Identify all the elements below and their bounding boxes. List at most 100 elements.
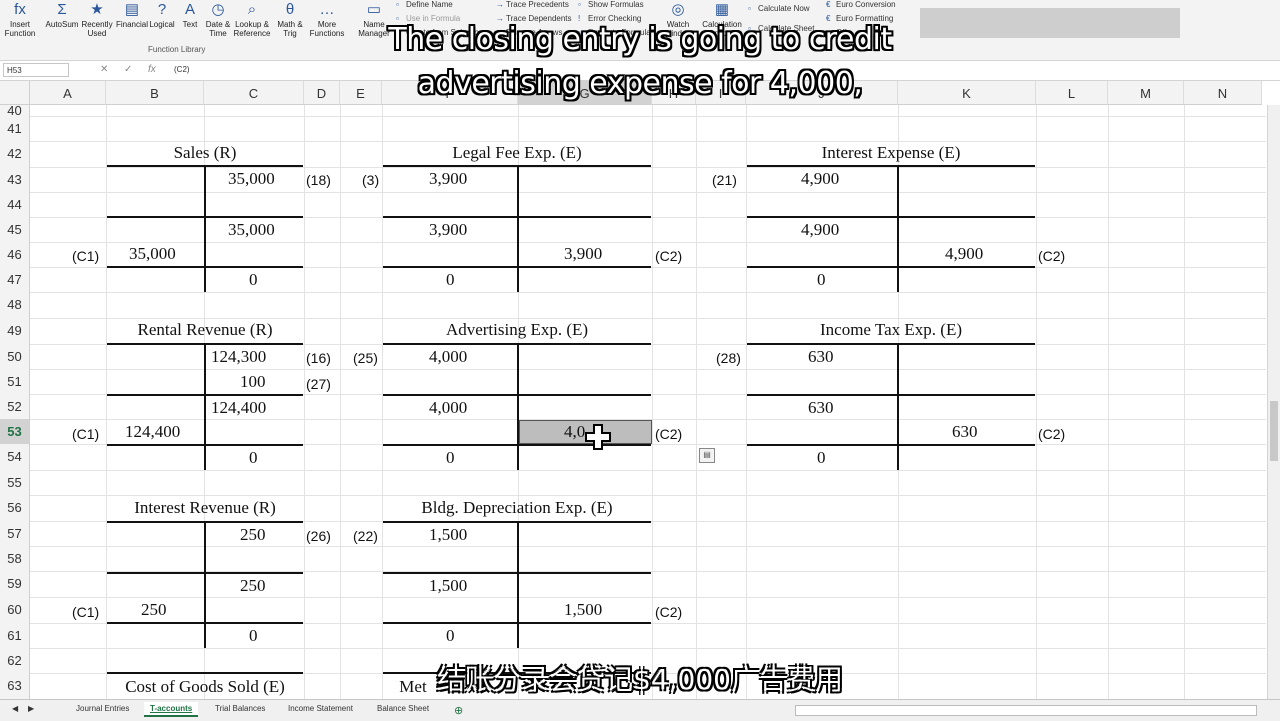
cell-c54[interactable]: 0 xyxy=(249,447,258,469)
row-header-46[interactable]: 46 xyxy=(0,242,30,267)
math-trig-button[interactable]: θ Math & Trig xyxy=(270,2,310,39)
row-header-43[interactable]: 43 xyxy=(0,167,30,192)
cell-j50[interactable]: 630 xyxy=(808,346,834,368)
cell-b46[interactable]: 35,000 xyxy=(129,243,176,265)
tab-journal-entries[interactable]: Journal Entries xyxy=(70,702,135,715)
row-header-42[interactable]: 42 xyxy=(0,141,30,167)
paste-options-icon[interactable]: ▤ xyxy=(699,448,715,463)
row-header-56[interactable]: 56 xyxy=(0,495,30,521)
column-header-c[interactable]: C xyxy=(204,81,304,105)
ref-e43[interactable]: (3) xyxy=(362,169,379,191)
row-header-61[interactable]: 61 xyxy=(0,623,30,648)
select-all-corner[interactable] xyxy=(0,81,30,105)
tab-nav-right-icon[interactable]: ▶ xyxy=(22,702,40,715)
trace-precedents-button[interactable]: → Trace Precedents xyxy=(496,0,569,10)
insert-function-button[interactable]: fx Insert Function xyxy=(0,2,40,39)
ref-a46[interactable]: (C1) xyxy=(72,245,99,267)
ref-l46[interactable]: (C2) xyxy=(1038,245,1065,267)
add-sheet-icon[interactable]: ⊕ xyxy=(448,702,469,719)
ref-h53[interactable]: (C2) xyxy=(655,423,682,445)
cell-f50[interactable]: 4,000 xyxy=(429,346,467,368)
fx-icon[interactable]: fx xyxy=(148,63,156,77)
row-header-59[interactable]: 59 xyxy=(0,571,30,597)
column-header-l[interactable]: L xyxy=(1036,81,1108,105)
cell-f54[interactable]: 0 xyxy=(446,447,455,469)
ref-h46[interactable]: (C2) xyxy=(655,245,682,267)
row-header-48[interactable]: 48 xyxy=(0,292,30,318)
autosum-button[interactable]: Σ AutoSum xyxy=(42,2,82,30)
cell-j54[interactable]: 0 xyxy=(817,447,826,469)
cell-f43[interactable]: 3,900 xyxy=(429,168,467,190)
row-header-44[interactable]: 44 xyxy=(0,192,30,217)
row-header-52[interactable]: 52 xyxy=(0,394,30,419)
row-header-60[interactable]: 60 xyxy=(0,597,30,623)
scroll-thumb[interactable] xyxy=(1270,401,1278,461)
euro-conversion-button[interactable]: € Euro Conversion xyxy=(826,0,896,10)
ref-d50[interactable]: (16) xyxy=(306,347,331,369)
cell-f57[interactable]: 1,500 xyxy=(429,524,467,546)
cell-f45[interactable]: 3,900 xyxy=(429,219,467,241)
cell-c51[interactable]: 100 xyxy=(240,371,266,393)
ref-d51[interactable]: (27) xyxy=(306,373,331,395)
cell-f47[interactable]: 0 xyxy=(446,269,455,291)
cell-f52[interactable]: 4,000 xyxy=(429,397,467,419)
row-header-55[interactable]: 55 xyxy=(0,470,30,495)
ref-a53[interactable]: (C1) xyxy=(72,423,99,445)
cell-c47[interactable]: 0 xyxy=(249,269,258,291)
cell-j45[interactable]: 4,900 xyxy=(801,219,839,241)
formula-content[interactable]: (C2) xyxy=(174,63,190,77)
enter-icon[interactable]: ✓ xyxy=(124,63,132,77)
cell-b53[interactable]: 124,400 xyxy=(125,421,180,443)
vertical-scrollbar[interactable] xyxy=(1267,105,1280,699)
ref-i43[interactable]: (21) xyxy=(712,169,737,191)
row-header-50[interactable]: 50 xyxy=(0,344,30,369)
calculate-now-button[interactable]: ▫ Calculate Now xyxy=(748,4,810,14)
cancel-icon[interactable]: ✕ xyxy=(100,63,108,77)
ref-a60[interactable]: (C1) xyxy=(72,601,99,623)
ref-d43[interactable]: (18) xyxy=(306,169,331,191)
column-header-a[interactable]: A xyxy=(30,81,106,105)
lookup-reference-button[interactable]: ⌕ Lookup & Reference xyxy=(232,2,272,39)
cell-j47[interactable]: 0 xyxy=(817,269,826,291)
cell-g53[interactable]: 4,0 xyxy=(564,421,585,443)
column-header-n[interactable]: N xyxy=(1184,81,1262,105)
cell-c57[interactable]: 250 xyxy=(240,524,266,546)
cell-g46[interactable]: 3,900 xyxy=(564,243,602,265)
row-header-45[interactable]: 45 xyxy=(0,217,30,242)
row-header-47[interactable]: 47 xyxy=(0,267,30,292)
horizontal-scrollbar[interactable] xyxy=(795,705,1257,716)
define-name-button[interactable]: ▫ Define Name xyxy=(396,0,453,10)
cell-b60[interactable]: 250 xyxy=(141,599,167,621)
cell-c43[interactable]: 35,000 xyxy=(228,168,275,190)
row-header-41[interactable]: 41 xyxy=(0,116,30,141)
row-header-49[interactable]: 49 xyxy=(0,318,30,344)
cell-g60[interactable]: 1,500 xyxy=(564,599,602,621)
ref-e50[interactable]: (25) xyxy=(353,347,378,369)
row-header-40[interactable]: 40 xyxy=(0,104,30,117)
cell-k53[interactable]: 630 xyxy=(952,421,978,443)
column-header-m[interactable]: M xyxy=(1108,81,1184,105)
tab-income-statement[interactable]: Income Statement xyxy=(282,702,359,715)
row-header-54[interactable]: 54 xyxy=(0,444,30,470)
column-header-b[interactable]: B xyxy=(106,81,204,105)
row-header-51[interactable]: 51 xyxy=(0,369,30,394)
ref-d57[interactable]: (26) xyxy=(306,525,331,547)
column-header-d[interactable]: D xyxy=(304,81,340,105)
cell-j43[interactable]: 4,900 xyxy=(801,168,839,190)
cell-j52[interactable]: 630 xyxy=(808,397,834,419)
cell-c52[interactable]: 124,400 xyxy=(211,397,266,419)
show-formulas-button[interactable]: ▫ Show Formulas xyxy=(578,0,644,10)
tab-t-accounts[interactable]: T-accounts xyxy=(144,702,199,717)
ref-l53[interactable]: (C2) xyxy=(1038,423,1065,445)
row-header-57[interactable]: 57 xyxy=(0,521,30,546)
tab-trial-balances[interactable]: Trial Balances xyxy=(209,702,271,715)
recently-used-button[interactable]: ★ Recently Used xyxy=(77,2,117,39)
name-box[interactable]: H53 xyxy=(3,63,69,77)
row-header-53[interactable]: 53 xyxy=(0,419,30,444)
ref-h60[interactable]: (C2) xyxy=(655,601,682,623)
cell-c61[interactable]: 0 xyxy=(249,625,258,647)
tab-balance-sheet[interactable]: Balance Sheet xyxy=(371,702,435,715)
cell-f61[interactable]: 0 xyxy=(446,625,455,647)
row-header-58[interactable]: 58 xyxy=(0,546,30,571)
cell-f59[interactable]: 1,500 xyxy=(429,575,467,597)
